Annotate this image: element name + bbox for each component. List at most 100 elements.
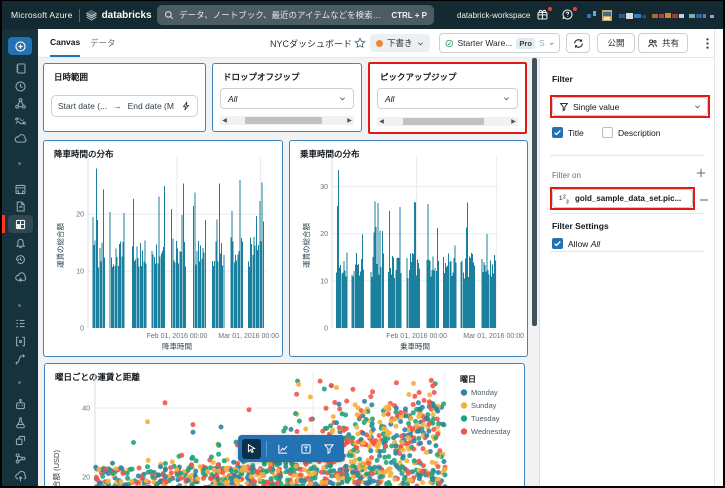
nav-item-catalog[interactable]: [2, 97, 38, 110]
data-ingestion-icon: [15, 336, 25, 346]
svg-text:20: 20: [82, 475, 90, 482]
widget-pickup-zip-filter[interactable]: ピックアップジップ All ◀ ▶: [368, 62, 527, 134]
title-checkbox[interactable]: Title: [552, 127, 584, 138]
dashboard-canvas: 日時範囲 Start date (... → End date (M... ドロ…: [38, 58, 539, 486]
help-bubble-icon[interactable]: [561, 7, 577, 22]
cursor-tool-button[interactable]: [242, 438, 261, 459]
warehouse-state: S: [538, 38, 545, 48]
allow-all-checkbox[interactable]: Allow All: [552, 238, 600, 249]
gift-icon[interactable]: [536, 7, 552, 22]
svg-text:Monday: Monday: [471, 388, 498, 397]
nav-item-query-history[interactable]: [2, 253, 38, 266]
favorite-star-icon[interactable]: [354, 37, 366, 49]
start-date-field[interactable]: Start date (...: [58, 101, 107, 111]
fare-distance-scatter-chart: 40 20 運賃の総合額 (USD) 曜日 Monday Sunday Tuesday Wed…: [51, 372, 511, 486]
nav-item-sql-warehouse[interactable]: [2, 271, 38, 284]
dropoff-zip-select[interactable]: All: [220, 88, 354, 109]
scroll-right-arrow-icon[interactable]: ▶: [345, 116, 354, 125]
scroll-left-arrow-icon[interactable]: ◀: [377, 117, 386, 126]
workspace-name[interactable]: databrick-workspace: [457, 1, 530, 29]
tab-data[interactable]: データ: [90, 29, 116, 57]
pickup-time-bar-chart: 0 10 20 30 Feb 01, 2016 00:00 Mar 01, 2016 00…: [301, 157, 524, 351]
nav-item-workflows[interactable]: [2, 115, 38, 128]
widget-pickup-time-chart[interactable]: 乗車時間の分布 0 10 20 30 Feb 01, 2016 00:00 Mar 01,…: [289, 140, 528, 357]
svg-text:Feb 01, 2016 00:00: Feb 01, 2016 00:00: [147, 333, 208, 340]
sql-editor-icon: [15, 184, 25, 194]
funnel-icon: [559, 102, 569, 111]
lightning-icon[interactable]: [181, 101, 191, 111]
experiments-icon: [15, 417, 25, 428]
dashboard-header: Canvas データ NYCダッシュボード 下書き Starter Ware..…: [38, 29, 723, 58]
end-date-field[interactable]: End date (M...: [128, 101, 175, 111]
draft-status-pill[interactable]: 下書き: [370, 34, 430, 52]
add-filter-button[interactable]: [317, 439, 340, 459]
scrollbar-thumb[interactable]: [403, 118, 485, 125]
scrollbar-thumb[interactable]: [245, 117, 322, 124]
nav-item-experiments[interactable]: [2, 416, 38, 429]
scroll-right-arrow-icon[interactable]: ▶: [509, 117, 518, 126]
dashboard-title[interactable]: NYCダッシュボード: [270, 29, 352, 57]
svg-text:Mar 01, 2016 00:00: Mar 01, 2016 00:00: [218, 333, 279, 340]
widget-dropoff-time-chart[interactable]: 降車時間の分布 0 10 20 Feb 01, 2016 00:00 Mar 01, 2…: [43, 140, 283, 357]
window-scrollbar-gutter[interactable]: [714, 29, 723, 486]
azure-label: Microsoft Azure: [11, 10, 73, 20]
widget-dropoff-zip-filter[interactable]: ドロップオフジップ All ◀ ▶: [212, 63, 362, 132]
global-search-input[interactable]: データ、ノートブック、最近のアイテムなどを検索… CTRL + P: [157, 5, 434, 25]
checkbox-checked-icon[interactable]: [552, 238, 563, 249]
add-filter-field-button[interactable]: [695, 167, 707, 179]
description-checkbox[interactable]: Description: [602, 127, 661, 138]
left-nav-rail: [2, 29, 38, 486]
nav-item-queries[interactable]: [2, 200, 38, 213]
add-visualization-button[interactable]: [272, 439, 295, 459]
scroll-left-arrow-icon[interactable]: ◀: [220, 116, 229, 125]
recents-icon: [14, 80, 26, 92]
filter-field-name: gold_sample_data_set.pic...: [575, 194, 682, 203]
horizontal-scrollbar[interactable]: ◀ ▶: [377, 117, 518, 126]
date-range-input[interactable]: Start date (... → End date (M...: [51, 95, 198, 117]
publish-button[interactable]: 公開: [597, 33, 635, 53]
filter-type-select[interactable]: Single value: [552, 97, 708, 116]
nav-item-playground[interactable]: [2, 398, 38, 411]
svg-text:20: 20: [76, 212, 84, 219]
job-runs-icon: [15, 319, 25, 328]
widget-title: ピックアップジップ: [380, 72, 457, 82]
nav-item-serving[interactable]: [2, 470, 38, 483]
pickup-zip-select[interactable]: All: [377, 88, 518, 109]
nav-item-compute[interactable]: [2, 132, 38, 145]
checkbox-checked-icon[interactable]: [552, 127, 563, 138]
canvas-vertical-scrollbar[interactable]: [532, 58, 537, 486]
dashboards-icon: [15, 219, 26, 229]
nav-item-alerts[interactable]: [2, 236, 38, 249]
warehouse-selector[interactable]: Starter Ware... Pro S: [439, 33, 560, 53]
nav-item-features[interactable]: [2, 434, 38, 447]
tab-canvas[interactable]: Canvas: [50, 29, 81, 57]
refresh-button[interactable]: [566, 33, 590, 53]
svg-text:Feb 01, 2016 00:00: Feb 01, 2016 00:00: [386, 333, 447, 340]
nav-item-job-runs[interactable]: [2, 317, 38, 330]
databricks-logo[interactable]: databricks: [85, 9, 152, 22]
help-badge-dot: [573, 7, 577, 11]
nav-item-dashboards[interactable]: [8, 215, 33, 233]
add-text-button[interactable]: [295, 439, 318, 459]
svg-text:0: 0: [80, 326, 84, 333]
nav-item-sql-editor[interactable]: [2, 183, 38, 196]
horizontal-scrollbar[interactable]: ◀ ▶: [220, 116, 354, 125]
nav-item-models[interactable]: [2, 452, 38, 465]
panel-divider: [550, 251, 704, 252]
sql-warehouse-icon: [14, 272, 26, 283]
plus-icon: [696, 168, 706, 178]
remove-filter-field-button[interactable]: [698, 194, 710, 206]
widget-date-range-filter[interactable]: 日時範囲 Start date (... → End date (M...: [43, 63, 206, 132]
nav-item-pipelines[interactable]: [2, 353, 38, 366]
scrollbar-thumb[interactable]: [532, 58, 537, 326]
nav-item-recents[interactable]: [2, 80, 38, 93]
nav-item-data-ingestion[interactable]: [2, 335, 38, 348]
kebab-menu[interactable]: [700, 35, 714, 51]
widget-fare-distance-scatter[interactable]: 曜日ごとの運賃と距離 40 20 運賃の総合額 (USD) 曜日 Monday Sunda…: [44, 363, 525, 486]
share-button[interactable]: 共有: [638, 33, 688, 53]
checkbox-unchecked-icon[interactable]: [602, 127, 613, 138]
nav-item-workspace[interactable]: [2, 62, 38, 75]
new-button[interactable]: [8, 37, 32, 55]
filter-field-chip[interactable]: 123 gold_sample_data_set.pic...: [552, 189, 693, 208]
serving-icon: [14, 470, 26, 482]
